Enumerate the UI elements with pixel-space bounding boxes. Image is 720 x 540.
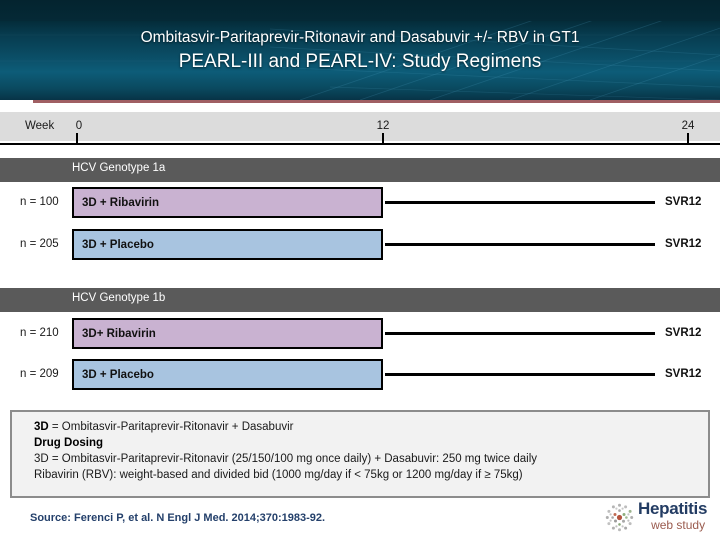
section-band-label: HCV Genotype 1b — [72, 292, 166, 304]
hepatitis-web-study-logo[interactable]: Hepatitis web study — [604, 500, 716, 536]
followup-line — [385, 201, 655, 204]
footnote-definition-text: = Ombitasvir-Paritaprevir-Ritonavir + Da… — [48, 421, 294, 433]
arm-n-label: n = 100 — [20, 196, 59, 208]
treatment-bar-3d-ribavirin-1b[interactable]: 3D+ Ribavirin — [72, 318, 383, 349]
timeline-tick-label-12: 12 — [376, 120, 390, 132]
treatment-bar-label: 3D + Placebo — [82, 368, 154, 381]
treatment-bar-3d-ribavirin-1a[interactable]: 3D + Ribavirin — [72, 187, 383, 218]
endpoint-label: SVR12 — [665, 238, 702, 250]
endpoint-label: SVR12 — [665, 327, 702, 339]
source-citation: Source: Ferenci P, et al. N Engl J Med. … — [30, 512, 326, 524]
treatment-bar-label: 3D+ Ribavirin — [82, 327, 156, 340]
treatment-bar-3d-placebo-1a[interactable]: 3D + Placebo — [72, 229, 383, 260]
header-title-block: Ombitasvir-Paritaprevir-Ritonavir and Da… — [0, 29, 720, 73]
timeline-tick-label-24: 24 — [681, 120, 695, 132]
arm-n-label: n = 205 — [20, 238, 59, 250]
treatment-bar-3d-placebo-1b[interactable]: 3D + Placebo — [72, 359, 383, 390]
logo-primary-text: Hepatitis — [638, 499, 708, 518]
footnote-box: 3D = Ombitasvir-Paritaprevir-Ritonavir +… — [10, 410, 710, 498]
logo-wordmark: Hepatitis web study — [638, 499, 708, 533]
treatment-bar-label: 3D + Ribavirin — [82, 196, 160, 209]
dosing-heading: Drug Dosing — [34, 437, 103, 449]
timeline-axis-label: Week — [25, 120, 55, 132]
followup-line — [385, 373, 655, 376]
section-band-genotype-1b: HCV Genotype 1b — [0, 288, 720, 312]
endpoint-label: SVR12 — [665, 196, 702, 208]
slide: Ombitasvir-Paritaprevir-Ritonavir and Da… — [0, 0, 720, 540]
footnote-definition: 3D = Ombitasvir-Paritaprevir-Ritonavir +… — [34, 419, 708, 435]
footnote-definition-term: 3D — [34, 421, 49, 433]
section-band-genotype-1a: HCV Genotype 1a — [0, 158, 720, 182]
hepatitis-sunburst-icon — [605, 503, 634, 532]
timeline-axis — [0, 143, 720, 145]
followup-line — [385, 243, 655, 246]
slide-header: Ombitasvir-Paritaprevir-Ritonavir and Da… — [0, 0, 720, 100]
timeline-tick-label-0: 0 — [75, 120, 83, 132]
treatment-bar-label: 3D + Placebo — [82, 238, 154, 251]
section-band-label: HCV Genotype 1a — [72, 162, 166, 174]
header-accent-rule — [0, 100, 720, 103]
arm-n-label: n = 209 — [20, 368, 59, 380]
slide-title: PEARL-III and PEARL-IV: Study Regimens — [178, 51, 542, 73]
logo-secondary-text: web study — [651, 518, 706, 532]
arm-n-label: n = 210 — [20, 327, 59, 339]
dosing-line-2: Ribavirin (RBV): weight-based and divide… — [34, 469, 523, 481]
header-top-band — [0, 0, 720, 21]
slide-supertitle: Ombitasvir-Paritaprevir-Ritonavir and Da… — [140, 29, 580, 46]
dosing-line-1: 3D = Ombitasvir-Paritaprevir-Ritonavir (… — [34, 453, 538, 465]
timeline-band — [0, 112, 720, 141]
header-accent-rule-gap — [0, 100, 33, 103]
endpoint-label: SVR12 — [665, 368, 702, 380]
followup-line — [385, 332, 655, 335]
